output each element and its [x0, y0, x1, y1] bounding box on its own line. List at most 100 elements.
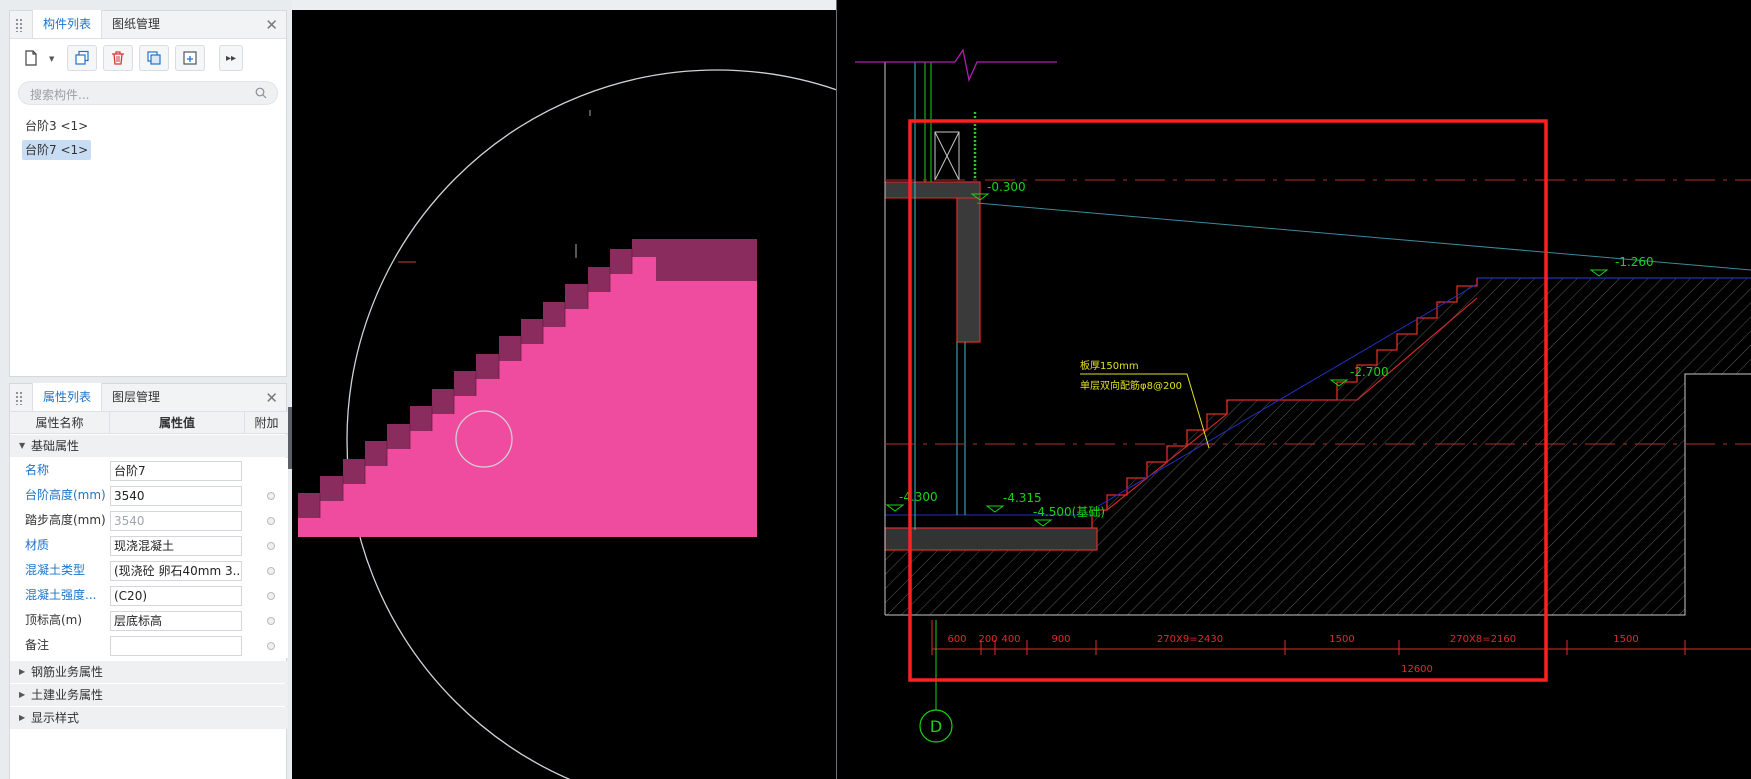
property-row[interactable]: 材质 现浇混凝土	[10, 533, 288, 558]
dim-label: 270X8=2160	[1450, 634, 1516, 645]
dim-label: 200	[978, 634, 997, 645]
dimension-labels: 600 200 400 900 270X9=2430 1500 270X8=21…	[947, 634, 1638, 675]
3d-stair-view	[298, 69, 1088, 779]
retaining-wall	[956, 181, 981, 343]
elev-label: -2.700	[1350, 365, 1389, 379]
component-search-input[interactable]: 搜索构件...	[18, 81, 278, 105]
property-row[interactable]: 混凝土类型 (现浇砼 卵石40mm 3...	[10, 558, 288, 583]
slab-note: 板厚150mm 单层双向配筋φ8@200	[1080, 359, 1182, 392]
close-icon[interactable]: ✕	[265, 16, 278, 34]
dim-label: 400	[1001, 634, 1020, 645]
property-name: 名称	[25, 463, 50, 477]
dim-label: 1500	[1613, 634, 1638, 645]
list-item-stair7[interactable]: 台阶7 <1>	[22, 140, 92, 160]
collapse-triangle-icon: ▶	[19, 667, 26, 676]
3d-viewport[interactable]	[292, 10, 1088, 779]
attach-radio-icon[interactable]	[267, 567, 275, 575]
drag-grip-icon[interactable]	[15, 391, 23, 405]
tab-layer-management[interactable]: 图层管理	[102, 383, 170, 411]
group-civil-properties[interactable]: ▶ 土建业务属性	[10, 684, 288, 706]
attach-radio-icon[interactable]	[267, 542, 275, 550]
property-row[interactable]: 混凝土强度... (C20)	[10, 583, 288, 608]
component-list-panel: 构件列表 图纸管理 ✕ ▼ ▸▸ 搜索构件... 台阶3 <1> 台阶7 <1>	[9, 10, 287, 377]
group-rebar-properties[interactable]: ▶ 钢筋业务属性	[10, 661, 288, 683]
property-name: 材质	[25, 538, 50, 552]
bottom-slab	[884, 527, 1098, 551]
group-label: 钢筋业务属性	[31, 665, 104, 679]
component-toolbar: ▼ ▸▸	[10, 39, 286, 77]
double-chevron-right-icon: ▸▸	[225, 52, 237, 64]
copy-component-button[interactable]	[67, 45, 97, 71]
stair-body	[298, 257, 757, 537]
col-property-value: 属性值	[110, 412, 245, 434]
attach-radio-icon[interactable]	[267, 617, 275, 625]
property-value-input[interactable]: 台阶7	[110, 461, 242, 481]
attach-radio-icon[interactable]	[267, 517, 275, 525]
note-line: 板厚150mm	[1080, 359, 1139, 372]
property-panel-tabs: 属性列表 图层管理 ✕	[10, 383, 286, 412]
group-label: 基础属性	[31, 439, 80, 453]
property-list-panel: 属性列表 图层管理 ✕ 属性名称 属性值 附加 ▼ 基础属性 名称 台阶7 台阶高度…	[9, 383, 288, 779]
attach-radio-icon[interactable]	[267, 492, 275, 500]
dim-label: 270X9=2430	[1157, 634, 1223, 645]
dim-label: 900	[1051, 634, 1070, 645]
left-panel-column: 构件列表 图纸管理 ✕ ▼ ▸▸ 搜索构件... 台阶3 <1> 台阶7 <1>…	[0, 0, 292, 779]
property-value-input[interactable]: 3540	[110, 511, 242, 531]
axis-bubble-label: D	[930, 717, 942, 736]
collapse-triangle-icon: ▶	[19, 690, 26, 699]
trash-icon	[112, 51, 124, 65]
viewport-top-strip	[292, 0, 836, 10]
search-placeholder: 搜索构件...	[30, 88, 90, 102]
elev-label: -0.300	[987, 180, 1026, 194]
property-value-input[interactable]: 现浇混凝土	[110, 536, 242, 556]
group-display-style[interactable]: ▶ 显示样式	[10, 707, 288, 729]
list-item-stair3[interactable]: 台阶3 <1>	[22, 116, 91, 136]
tab-property-list[interactable]: 属性列表	[32, 383, 103, 411]
delete-component-button[interactable]	[103, 45, 133, 71]
property-row[interactable]: 备注	[10, 633, 288, 658]
search-icon	[255, 87, 267, 99]
property-table-header: 属性名称 属性值 附加	[10, 412, 288, 434]
property-row[interactable]: 顶标高(m) 层底标高	[10, 608, 288, 633]
property-value-input[interactable]: 层底标高	[110, 611, 242, 631]
duplicate-component-button[interactable]	[139, 45, 169, 71]
drag-grip-icon[interactable]	[15, 18, 23, 32]
dimension-ticks	[931, 620, 1686, 655]
copy-icon	[75, 50, 89, 65]
property-name: 混凝土强度...	[25, 588, 97, 602]
layer-component-button[interactable]	[175, 45, 205, 71]
group-label: 土建业务属性	[31, 688, 104, 702]
tab-drawing-management[interactable]: 图纸管理	[102, 10, 170, 38]
col-property-extra: 附加	[254, 416, 279, 430]
property-value-input[interactable]: 3540	[110, 486, 242, 506]
group-label: 显示样式	[31, 711, 80, 725]
close-icon[interactable]: ✕	[265, 389, 278, 407]
dim-label: 1500	[1329, 634, 1354, 645]
property-row[interactable]: 台阶高度(mm) 3540	[10, 483, 288, 508]
dim-label: 600	[947, 634, 966, 645]
property-row[interactable]: 名称 台阶7	[10, 458, 288, 483]
new-dropdown-chevron-icon[interactable]: ▼	[49, 55, 54, 63]
group-basic-properties[interactable]: ▼ 基础属性	[10, 435, 288, 457]
property-value-input[interactable]: (C20)	[110, 586, 242, 606]
more-tools-button[interactable]: ▸▸	[219, 45, 243, 71]
component-panel-tabs: 构件列表 图纸管理 ✕	[10, 10, 286, 39]
elev-label: -4.300	[899, 490, 938, 504]
attach-radio-icon[interactable]	[267, 592, 275, 600]
duplicate-icon	[147, 51, 161, 65]
collapse-triangle-icon: ▶	[19, 713, 26, 722]
note-line: 单层双向配筋φ8@200	[1080, 379, 1182, 392]
property-value-input[interactable]: (现浇砼 卵石40mm 3...	[110, 561, 242, 581]
col-property-name: 属性名称	[10, 412, 110, 434]
property-name: 混凝土类型	[25, 563, 86, 577]
elev-label: -4.500(基础)	[1033, 505, 1105, 519]
cad-drawing-viewport[interactable]: -0.300 -1.260 -2.700 -4.300 -4.315 -4.50…	[837, 0, 1751, 779]
new-component-button[interactable]	[18, 45, 44, 71]
tab-component-list[interactable]: 构件列表	[32, 10, 103, 38]
property-row[interactable]: 踏步高度(mm) 3540	[10, 508, 288, 533]
property-value-input[interactable]	[110, 636, 242, 656]
attach-radio-icon[interactable]	[267, 642, 275, 650]
property-name: 踏步高度(mm)	[25, 513, 106, 527]
soil-hatch-area	[885, 278, 1751, 615]
new-file-icon	[25, 50, 37, 66]
